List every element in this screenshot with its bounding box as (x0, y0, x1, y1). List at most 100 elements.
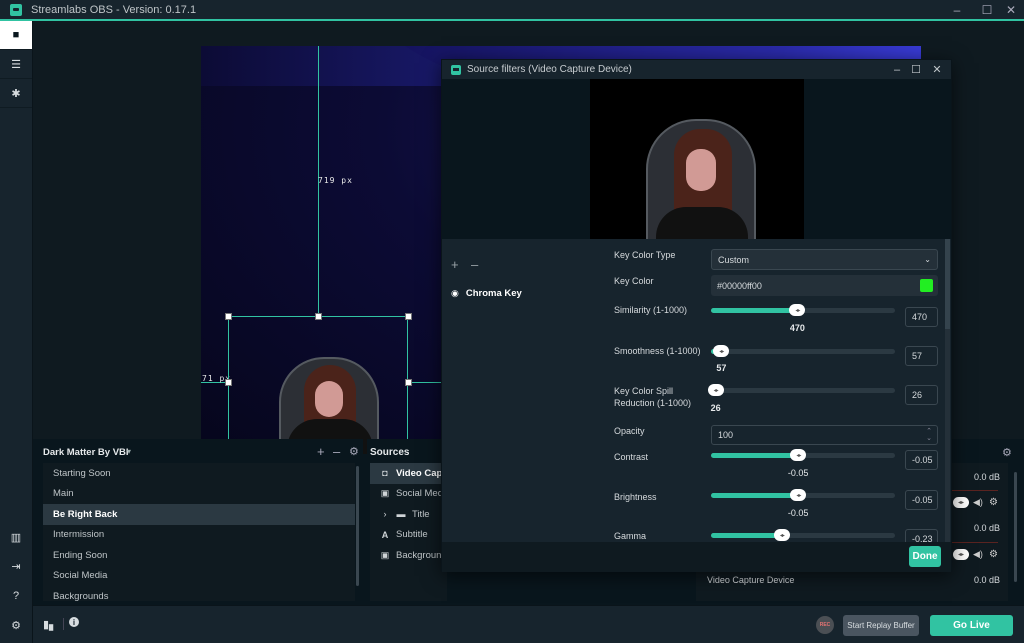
scenes-list: Starting Soon Main Be Right Back Intermi… (43, 463, 355, 601)
scene-settings-gear-icon[interactable]: ⚙ (349, 445, 359, 458)
contrast-input[interactable]: -0.05 (905, 450, 938, 470)
smoothness-input[interactable]: 57 (905, 346, 938, 366)
chevron-down-icon[interactable]: ▾ (127, 447, 131, 456)
resize-handle[interactable] (225, 379, 232, 386)
resize-handle[interactable] (405, 313, 412, 320)
add-filter-button[interactable]: + (451, 257, 459, 272)
similarity-label: Similarity (1-1000) (614, 305, 688, 315)
stats-chart-icon[interactable]: ▮▖ (43, 618, 58, 631)
brightness-slider[interactable]: ◂▸ (711, 489, 895, 501)
smoothness-value-label: 57 (716, 363, 727, 373)
opacity-spinbox[interactable]: 100 ⌃ ⌄ (711, 425, 938, 445)
source-label: Video Capt (396, 467, 446, 479)
slider-knob[interactable]: ◂▸ (789, 304, 806, 316)
speaker-icon[interactable]: ◀) (973, 549, 983, 560)
slider-knob[interactable]: ◂▸ (790, 489, 807, 501)
source-gear-icon[interactable]: ⚙ (989, 549, 998, 560)
resize-handle[interactable] (315, 313, 322, 320)
nav-themes[interactable]: ✱ (0, 79, 32, 108)
remove-scene-button[interactable]: – (333, 444, 340, 459)
key-color-type-label: Key Color Type (614, 250, 676, 260)
gamma-slider[interactable]: ◂▸ (711, 529, 895, 541)
dialog-maximize-button[interactable]: ☐ (905, 60, 927, 79)
scene-item-selected[interactable]: Be Right Back (43, 504, 355, 525)
nav-layout[interactable]: ▥ (0, 523, 32, 552)
close-button[interactable]: ✕ (998, 0, 1024, 19)
start-replay-buffer-button[interactable]: Start Replay Buffer (843, 615, 919, 636)
title-bar: Streamlabs OBS - Version: 0.17.1 – ☐ ✕ (0, 0, 1024, 19)
gamma-label: Gamma (614, 531, 647, 541)
scene-item[interactable]: Starting Soon (43, 463, 355, 484)
key-color-type-select[interactable]: Custom ⌄ (711, 249, 938, 270)
scenes-scrollbar[interactable] (356, 466, 359, 586)
mixer-scrollbar[interactable] (1014, 472, 1017, 582)
dialog-close-button[interactable]: ✕ (926, 60, 948, 79)
volume-slider-knob[interactable]: ◂▸ (953, 497, 969, 508)
filter-item[interactable]: ◉ Chroma Key (442, 283, 597, 303)
similarity-input[interactable]: 470 (905, 307, 938, 327)
source-label: Title (412, 508, 430, 520)
image-icon: ▣ (380, 549, 390, 560)
mixer-level: 0.0 dB (974, 575, 1001, 585)
source-item[interactable]: ▣ Backgroun (370, 545, 447, 566)
slider-knob[interactable]: ◂▸ (713, 345, 730, 357)
nav-dashboard[interactable]: ☰ (0, 50, 32, 79)
spill-input[interactable]: 26 (905, 385, 938, 405)
mixer-settings-gear-icon[interactable]: ⚙ (1002, 446, 1012, 459)
sign-in-icon: ⇥ (11, 561, 21, 573)
source-item[interactable]: A Subtitle (370, 525, 447, 546)
dialog-title: Source filters (Video Capture Device) (467, 64, 632, 75)
opacity-label: Opacity (614, 426, 645, 436)
scene-item[interactable]: Main (43, 484, 355, 505)
rec-button[interactable]: REC (816, 616, 834, 634)
resize-handle[interactable] (405, 379, 412, 386)
dialog-footer: Done (442, 542, 951, 572)
scrollbar-thumb[interactable] (945, 239, 950, 329)
volume-slider-knob[interactable]: ◂▸ (953, 549, 969, 560)
key-color-value: #00000ff00 (717, 280, 762, 291)
nav-settings[interactable]: ⚙ (0, 611, 32, 640)
scene-item[interactable]: Backgrounds (43, 586, 355, 601)
remove-filter-button[interactable]: – (471, 257, 478, 272)
nav-help[interactable]: ? (0, 581, 32, 610)
chevron-right-icon[interactable]: › (380, 509, 390, 519)
source-item[interactable]: ▣ Social Med (370, 484, 447, 505)
slider-knob[interactable]: ◂▸ (790, 449, 807, 461)
app-logo-icon (451, 64, 461, 75)
slider-knob[interactable]: ◂▸ (773, 529, 790, 541)
done-button[interactable]: Done (909, 546, 941, 567)
selected-source-box[interactable] (228, 316, 408, 454)
go-live-button[interactable]: Go Live (930, 615, 1013, 636)
brightness-input[interactable]: -0.05 (905, 490, 938, 510)
filter-preview-area (442, 79, 951, 239)
scene-item[interactable]: Ending Soon (43, 545, 355, 566)
properties-scrollbar[interactable] (945, 239, 950, 542)
scene-item[interactable]: Intermission (43, 525, 355, 546)
slider-knob[interactable]: ◂▸ (707, 384, 724, 396)
info-icon[interactable]: i (69, 617, 79, 627)
key-color-input[interactable]: #00000ff00 (711, 275, 938, 296)
folder-icon: ▬ (396, 509, 406, 520)
gamma-input[interactable]: -0.23 (905, 529, 938, 542)
contrast-slider[interactable]: ◂▸ (711, 449, 895, 461)
spill-slider[interactable]: ◂▸ (707, 384, 895, 396)
contrast-label: Contrast (614, 452, 649, 462)
source-item[interactable]: › ▬ Title (370, 504, 447, 525)
add-scene-button[interactable]: + (317, 444, 325, 459)
smoothness-slider[interactable]: ◂▸ (711, 345, 895, 357)
color-swatch[interactable] (920, 279, 933, 292)
maximize-button[interactable]: ☐ (974, 0, 1000, 19)
scene-collection-selector[interactable]: Dark Matter By VBI (43, 447, 129, 458)
minimize-button[interactable]: – (944, 0, 970, 19)
source-item-selected[interactable]: ◘ Video Capt (370, 463, 447, 484)
divider (63, 618, 64, 630)
resize-handle[interactable] (225, 313, 232, 320)
eye-icon[interactable]: ◉ (451, 288, 459, 299)
nav-studio-mode[interactable]: ■ (0, 21, 32, 50)
nav-login[interactable]: ⇥ (0, 552, 32, 581)
similarity-slider[interactable]: ◂▸ (711, 304, 895, 316)
source-gear-icon[interactable]: ⚙ (989, 497, 998, 508)
scene-item[interactable]: Social Media (43, 566, 355, 587)
speaker-icon[interactable]: ◀) (973, 497, 983, 508)
spinner-arrows-icon[interactable]: ⌃ ⌄ (926, 428, 932, 442)
